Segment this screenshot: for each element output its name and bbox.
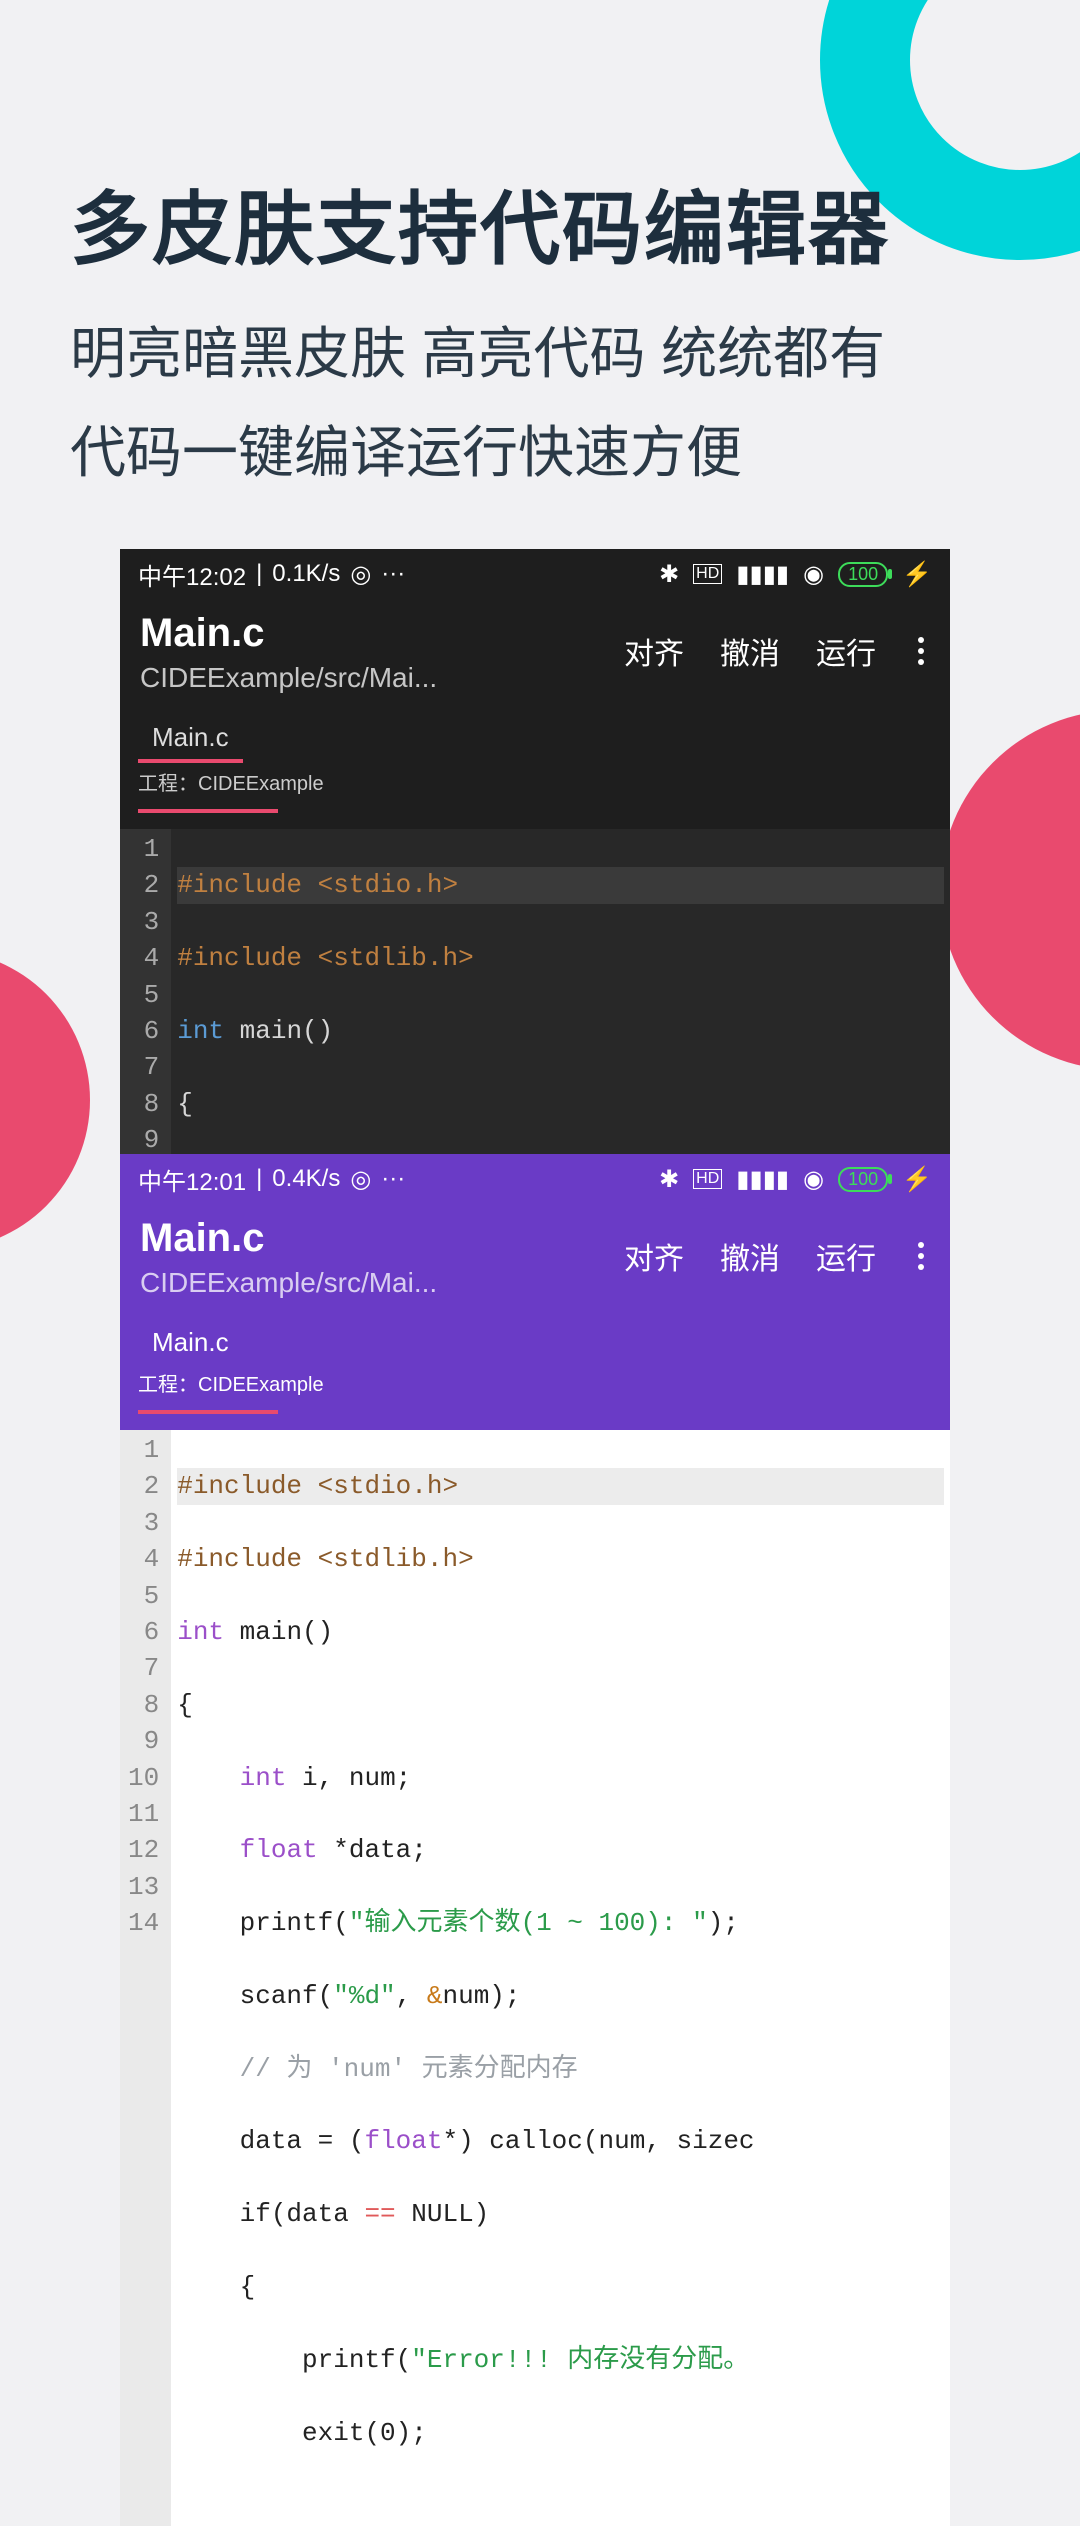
app-bar: Main.c CIDEExample/src/Mai... 对齐 撤消 运行 [120, 1204, 950, 1319]
signal-icon: ▮▮▮▮ [736, 560, 789, 589]
run-button[interactable]: 运行 [816, 629, 876, 673]
undo-button[interactable]: 撤消 [720, 629, 780, 673]
decor-pink-circle-left [0, 950, 90, 1250]
phone-light-theme: 中午12:01 | 0.4K/s ◎ ··· ✱ HD ▮▮▮▮ ◉ 100 ⚡… [120, 1154, 950, 2526]
wifi-icon: ◉ [803, 1165, 824, 1194]
more-icon[interactable] [912, 1242, 930, 1270]
tab-main-c[interactable]: Main.c [138, 714, 243, 763]
tab-bar: Main.c [120, 714, 950, 763]
more-indicator: ··· [381, 1165, 405, 1193]
decor-pink-circle-right [940, 710, 1080, 1070]
bluetooth-icon: ✱ [659, 560, 679, 589]
code-content[interactable]: #include <stdio.h> #include <stdlib.h> i… [171, 1430, 950, 2526]
bluetooth-icon: ✱ [659, 1165, 679, 1194]
align-button[interactable]: 对齐 [624, 629, 684, 673]
file-title: Main.c [140, 1216, 437, 1261]
status-net: 0.1K/s [272, 560, 340, 588]
battery-indicator: 100 [838, 562, 888, 587]
project-line: 工程：CIDEExample [120, 1364, 950, 1430]
battery-indicator: 100 [838, 1167, 888, 1192]
status-time: 中午12:01 [138, 1162, 246, 1197]
status-bar: 中午12:02 | 0.1K/s ◎ ··· ✱ HD ▮▮▮▮ ◉ 100 ⚡ [120, 549, 950, 599]
tab-bar: Main.c [120, 1319, 950, 1364]
charging-icon: ⚡ [902, 560, 932, 589]
file-path: CIDEExample/src/Mai... [140, 662, 437, 694]
app-bar: Main.c CIDEExample/src/Mai... 对齐 撤消 运行 [120, 599, 950, 714]
line-gutter: 123 456 789 101112 1314 [120, 1430, 171, 2526]
sync-icon: ◎ [350, 560, 371, 589]
charging-icon: ⚡ [902, 1165, 932, 1194]
more-icon[interactable] [912, 637, 930, 665]
status-time: 中午12:02 [138, 557, 246, 592]
tab-main-c[interactable]: Main.c [138, 1319, 243, 1364]
promo-sub2: 代码一键编译运行快速方便 [70, 408, 1010, 489]
promo-sub1: 明亮暗黑皮肤 高亮代码 统统都有 [70, 309, 1010, 390]
hd-icon: HD [693, 564, 722, 584]
hd-icon: HD [693, 1169, 722, 1189]
undo-button[interactable]: 撤消 [720, 1234, 780, 1278]
align-button[interactable]: 对齐 [624, 1234, 684, 1278]
more-indicator: ··· [381, 560, 405, 588]
project-line: 工程：CIDEExample [120, 763, 950, 829]
promo-title: 多皮肤支持代码编辑器 [70, 165, 1010, 281]
status-net: 0.4K/s [272, 1165, 340, 1193]
file-path: CIDEExample/src/Mai... [140, 1267, 437, 1299]
status-bar: 中午12:01 | 0.4K/s ◎ ··· ✱ HD ▮▮▮▮ ◉ 100 ⚡ [120, 1154, 950, 1204]
sync-icon: ◎ [350, 1165, 371, 1194]
run-button[interactable]: 运行 [816, 1234, 876, 1278]
code-editor[interactable]: 123 456 789 101112 1314 #include <stdio.… [120, 1430, 950, 2526]
wifi-icon: ◉ [803, 560, 824, 589]
file-title: Main.c [140, 611, 437, 656]
promo-headline: 多皮肤支持代码编辑器 明亮暗黑皮肤 高亮代码 统统都有 代码一键编译运行快速方便 [0, 0, 1080, 489]
signal-icon: ▮▮▮▮ [736, 1165, 789, 1194]
